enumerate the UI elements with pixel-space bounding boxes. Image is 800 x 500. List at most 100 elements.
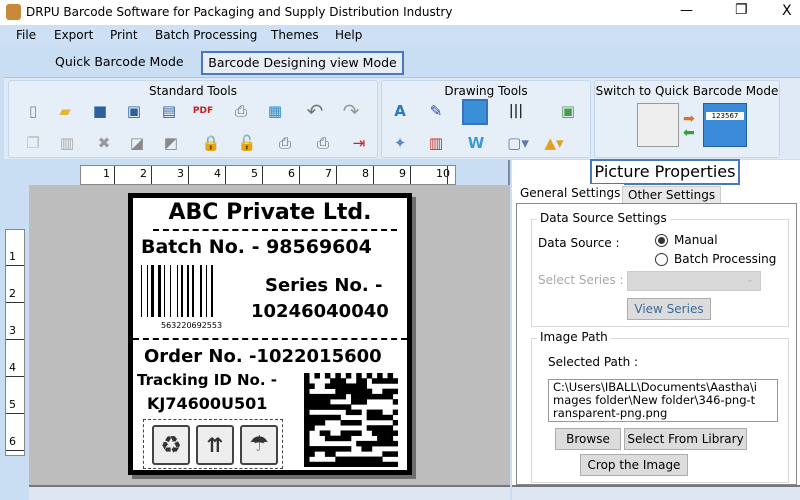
barcode-tool-icon[interactable]: ||| — [506, 101, 526, 121]
unlock-icon[interactable]: 🔓 — [237, 133, 257, 153]
menu-help[interactable]: Help — [335, 28, 362, 42]
ruler-tick — [262, 166, 263, 184]
radio-batch-label[interactable]: Batch Processing — [674, 252, 776, 266]
arrow-left-icon: ⬅ — [683, 125, 695, 141]
barcode-label[interactable]: ABC Private Ltd. Batch No. - 98569604 56… — [128, 193, 412, 475]
copy-icon[interactable]: ❐ — [23, 133, 43, 153]
export-image-icon[interactable]: ▤ — [159, 101, 179, 121]
linear-barcode[interactable] — [141, 265, 239, 317]
datamatrix-module — [319, 399, 326, 405]
datamatrix-module — [309, 404, 315, 410]
datamatrix-module — [371, 456, 378, 463]
tracking-value[interactable]: KJ74600U501 — [147, 394, 267, 413]
datamatrix-module — [335, 461, 341, 467]
watermark-tool-icon[interactable]: W — [466, 133, 486, 153]
datamatrix-module — [314, 446, 320, 452]
datamatrix-module — [304, 404, 310, 410]
paste-icon[interactable]: ▥ — [57, 133, 77, 153]
datamatrix-module — [314, 393, 320, 400]
menu-export[interactable]: Export — [54, 28, 93, 42]
text-tool-icon[interactable]: A — [390, 101, 410, 121]
this-way-up-icon: ⇈ — [196, 425, 234, 465]
menu-file[interactable]: File — [16, 28, 36, 42]
data-source-label: Data Source : — [538, 236, 620, 250]
datamatrix-module — [392, 378, 398, 384]
select-from-library-button[interactable]: Select From Library — [624, 428, 747, 450]
barcode-bar — [150, 265, 155, 317]
horizontal-scrollbar[interactable] — [29, 485, 510, 500]
select-series-dropdown[interactable]: ⌄ — [627, 271, 761, 291]
datamatrix-module — [392, 430, 398, 436]
close-button[interactable]: X — [782, 3, 792, 19]
picture-tool-icon[interactable] — [462, 99, 488, 125]
print-icon[interactable]: ⎙ — [231, 101, 251, 121]
standard-tools-title: Standard Tools — [149, 84, 237, 98]
barcode-bar — [186, 265, 190, 317]
save-icon[interactable]: ■ — [90, 101, 110, 121]
tracking-label[interactable]: Tracking ID No. - — [137, 371, 277, 389]
tab-general-settings[interactable]: General Settings — [516, 184, 625, 202]
series-value[interactable]: 10246040040 — [251, 301, 389, 322]
tab-barcode-designing-mode[interactable]: Barcode Designing view Mode — [201, 51, 404, 75]
quick-window-icon[interactable]: 123567 — [703, 103, 747, 147]
company-name[interactable]: ABC Private Ltd. — [133, 200, 407, 225]
undo-icon[interactable]: ↶ — [305, 99, 325, 123]
datamatrix-module — [387, 393, 394, 400]
tab-other-settings[interactable]: Other Settings — [622, 186, 722, 204]
menu-themes[interactable]: Themes — [271, 28, 319, 42]
batch-number[interactable]: Batch No. - 98569604 — [141, 236, 372, 258]
datamatrix-module — [377, 409, 383, 416]
radio-manual[interactable] — [655, 234, 668, 247]
image-tool-icon[interactable]: ▣ — [558, 101, 578, 121]
exit-icon[interactable]: ⇥ — [349, 133, 369, 153]
pen-tool-icon[interactable]: ✎ — [426, 101, 446, 121]
shape-tool-icon[interactable]: ✦ — [390, 133, 410, 153]
view-series-button[interactable]: View Series — [627, 298, 711, 320]
datamatrix-module — [392, 461, 398, 467]
print-preview-icon[interactable]: ⎙ — [313, 133, 333, 153]
datamatrix-code[interactable] — [304, 373, 398, 467]
datamatrix-module — [371, 409, 378, 416]
ruler-tick — [6, 450, 24, 451]
library-tool-icon[interactable]: ▥ — [426, 133, 446, 153]
crop-image-button[interactable]: Crop the Image — [580, 454, 688, 476]
datamatrix-module — [382, 440, 388, 447]
selected-picture[interactable]: ♻ ⇈ ☂ — [143, 419, 283, 469]
datamatrix-module — [366, 456, 373, 463]
series-label[interactable]: Series No. - — [265, 275, 382, 296]
grid-icon[interactable]: ▦ — [265, 101, 285, 121]
menu-print[interactable]: Print — [110, 28, 138, 42]
radio-batch-processing[interactable] — [655, 253, 668, 266]
menu-batch-processing[interactable]: Batch Processing — [155, 28, 257, 42]
bring-front-icon[interactable]: ◪ — [127, 133, 147, 153]
open-icon[interactable]: ▰ — [55, 101, 75, 121]
datamatrix-module — [345, 446, 352, 452]
lock-icon[interactable]: 🔒 — [201, 133, 221, 153]
pdf-icon[interactable]: PDF — [193, 101, 213, 121]
datamatrix-module — [304, 399, 310, 405]
datamatrix-module — [309, 383, 315, 389]
datamatrix-module — [356, 399, 362, 405]
datamatrix-module — [330, 461, 336, 467]
radio-manual-label[interactable]: Manual — [674, 233, 718, 247]
send-back-icon[interactable]: ◩ — [161, 133, 181, 153]
browse-button[interactable]: Browse — [555, 428, 621, 450]
restore-button[interactable]: ❐ — [735, 2, 748, 18]
tab-quick-barcode-mode[interactable]: Quick Barcode Mode — [55, 54, 184, 69]
delete-icon[interactable]: ✖ — [94, 133, 114, 153]
order-number[interactable]: Order No. -1022015600 — [144, 346, 382, 367]
redo-icon[interactable]: ↷ — [341, 99, 361, 123]
ruler-tick-label: 4 — [214, 167, 221, 180]
designer-window-icon[interactable] — [637, 103, 679, 147]
datamatrix-module — [371, 393, 378, 400]
minimize-button[interactable]: — — [680, 3, 693, 18]
save-all-icon[interactable]: ▣ — [124, 101, 144, 121]
ruler-tick — [447, 166, 448, 184]
rectangle-tool-icon[interactable]: ▢▾ — [507, 133, 529, 153]
new-icon[interactable]: ▯ — [23, 101, 43, 121]
shapes-dropdown-icon[interactable]: ▲▾ — [544, 133, 564, 153]
print-setup-icon[interactable]: ⎙ — [275, 133, 295, 153]
selected-path-textarea[interactable]: C:\Users\IBALL\Documents\Aastha\images f… — [548, 379, 778, 422]
datamatrix-module — [392, 420, 398, 426]
properties-panel: Picture Properties General Settings Othe… — [512, 159, 800, 500]
